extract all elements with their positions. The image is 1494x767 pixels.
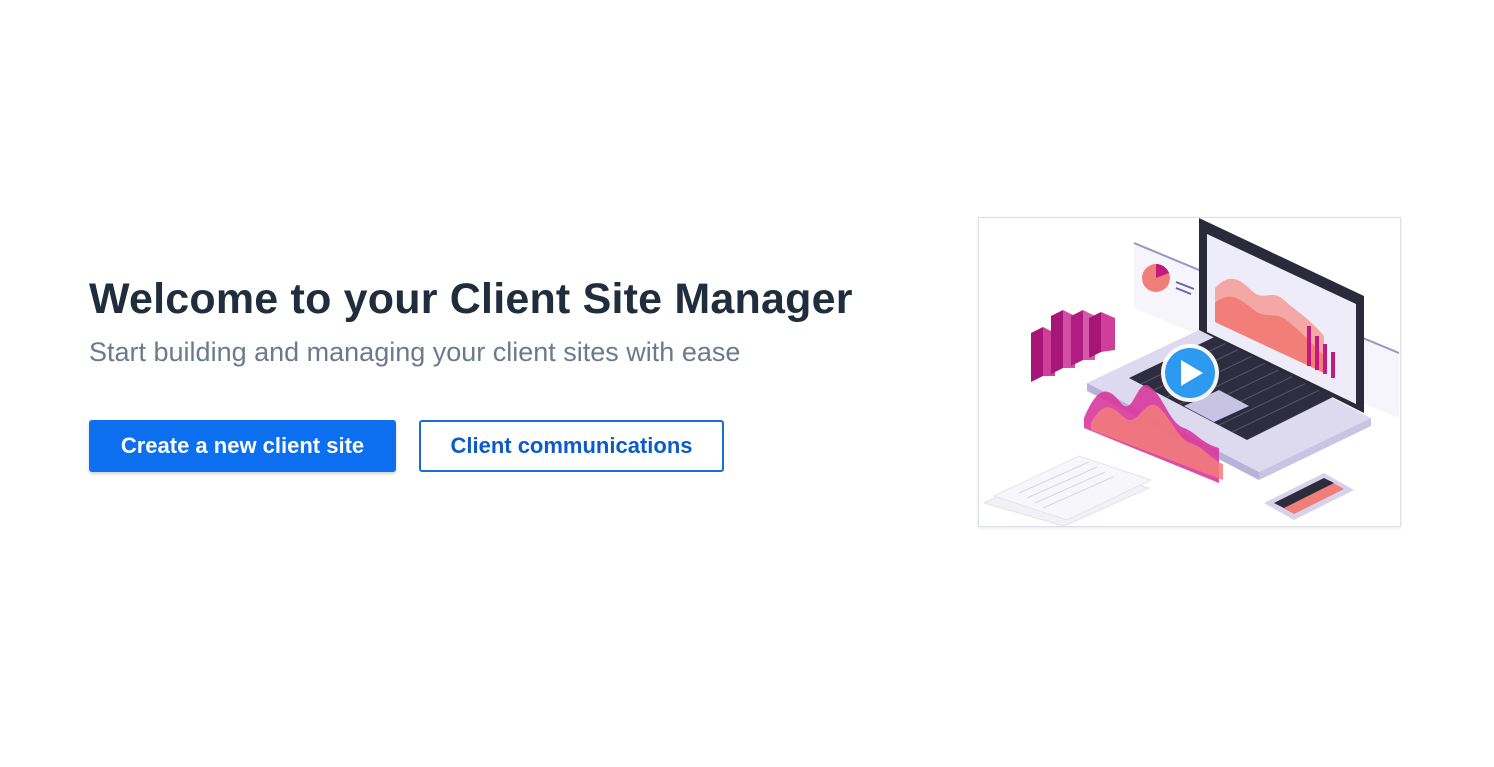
intro-video-thumbnail[interactable] — [978, 217, 1401, 527]
play-button[interactable] — [1161, 344, 1219, 402]
welcome-section: Welcome to your Client Site Manager Star… — [89, 272, 909, 472]
action-buttons: Create a new client site Client communic… — [89, 420, 909, 472]
laptop-analytics-illustration — [982, 218, 1400, 526]
smartphone — [1264, 473, 1354, 520]
client-communications-button[interactable]: Client communications — [419, 420, 724, 472]
bar-chart-3d — [1031, 310, 1115, 382]
document-sheets — [982, 455, 1153, 526]
page-subtitle: Start building and managing your client … — [89, 337, 741, 367]
page-title: Welcome to your Client Site Manager — [89, 275, 853, 323]
create-client-site-button[interactable]: Create a new client site — [89, 420, 396, 472]
